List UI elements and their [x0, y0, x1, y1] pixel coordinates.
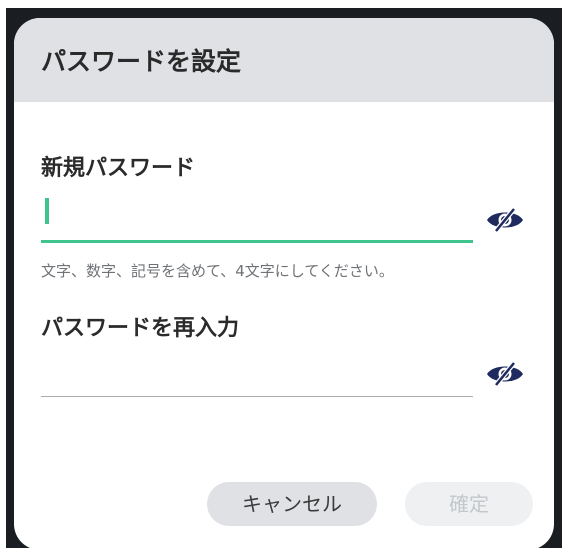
eye-slash-icon[interactable] — [485, 206, 525, 234]
confirm-password-underline — [41, 396, 473, 397]
cancel-button[interactable]: キャンセル — [207, 482, 377, 526]
confirm-password-input[interactable] — [41, 354, 473, 398]
confirm-password-label: パスワードを再入力 — [41, 316, 240, 341]
dialog-title: パスワードを設定 — [41, 47, 242, 76]
new-password-underline — [41, 240, 473, 243]
new-password-label: 新規パスワード — [41, 156, 196, 181]
password-hint: 文字、数字、記号を含めて、4文字にしてください。 — [41, 262, 394, 280]
dialog-header: パスワードを設定 — [14, 18, 554, 102]
set-password-dialog: パスワードを設定 新規パスワード 文字、数字、記号を含めて、4文字にしてください… — [14, 18, 554, 550]
eye-slash-icon[interactable] — [485, 360, 525, 388]
new-password-input[interactable] — [41, 194, 473, 238]
screen: パスワードを設定 新規パスワード 文字、数字、記号を含めて、4文字にしてください… — [0, 0, 568, 556]
confirm-button[interactable]: 確定 — [405, 482, 533, 526]
text-caret — [45, 198, 49, 224]
